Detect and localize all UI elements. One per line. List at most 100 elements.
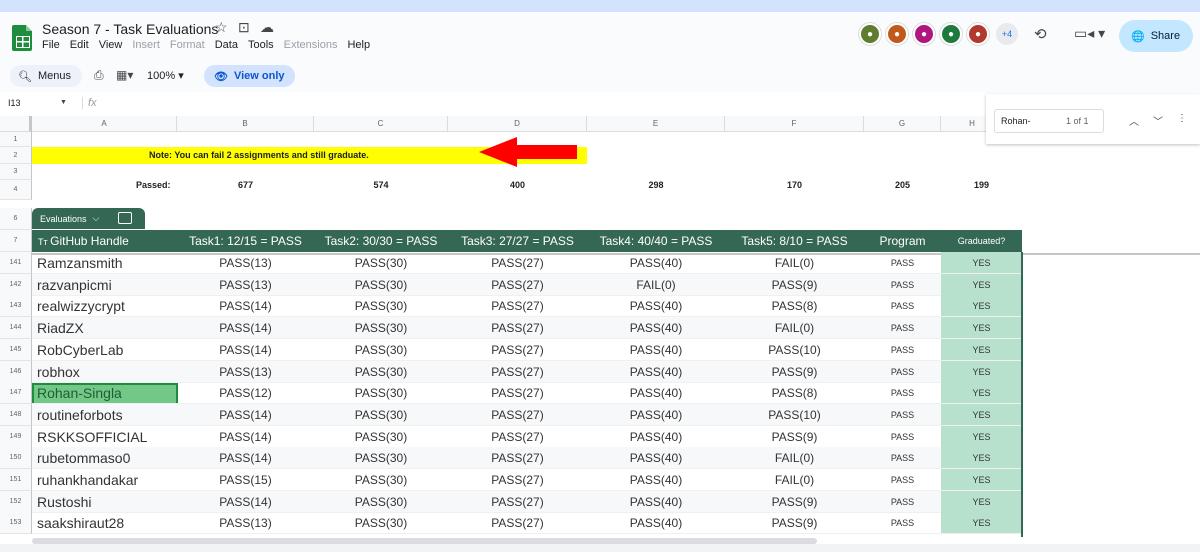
table-cell[interactable]: PASS(30) bbox=[314, 491, 448, 513]
row-header-146[interactable]: 146 bbox=[0, 360, 32, 383]
table-cell[interactable]: PASS(9) bbox=[725, 512, 864, 535]
print-icon[interactable]: ⎙ bbox=[94, 68, 104, 83]
table-cell[interactable]: PASS(30) bbox=[314, 339, 448, 361]
github-handle-cell[interactable]: saakshiraut28 bbox=[32, 512, 177, 535]
table-cell[interactable]: PASS(40) bbox=[587, 252, 725, 274]
table-cell[interactable]: PASS bbox=[864, 295, 941, 318]
table-cell[interactable]: PASS bbox=[864, 491, 941, 513]
table-cell[interactable]: PASS(30) bbox=[314, 317, 448, 340]
table-calendar-icon[interactable] bbox=[118, 212, 132, 224]
table-cell[interactable]: YES bbox=[941, 447, 1022, 470]
menu-item-file[interactable]: File bbox=[42, 39, 60, 51]
table-cell[interactable]: PASS(30) bbox=[314, 382, 448, 405]
row-header-143[interactable]: 143 bbox=[0, 295, 32, 318]
table-cell[interactable]: PASS(30) bbox=[314, 295, 448, 318]
row-header-152[interactable]: 152 bbox=[0, 490, 32, 513]
table-cell[interactable]: FAIL(0) bbox=[725, 252, 864, 274]
table-cell[interactable]: PASS bbox=[864, 426, 941, 448]
table-cell[interactable]: PASS(8) bbox=[725, 382, 864, 405]
table-cell[interactable]: PASS(9) bbox=[725, 361, 864, 383]
collaborator-avatar[interactable]: ● bbox=[967, 23, 989, 45]
table-cell[interactable]: PASS(40) bbox=[587, 317, 725, 340]
column-header-e[interactable]: E bbox=[587, 116, 725, 132]
table-cell[interactable]: YES bbox=[941, 295, 1022, 318]
table-cell[interactable]: PASS(40) bbox=[587, 295, 725, 318]
document-title[interactable]: Season 7 - Task Evaluations bbox=[42, 21, 218, 37]
row-header-142[interactable]: 142 bbox=[0, 273, 32, 296]
github-handle-cell[interactable]: Ramzansmith bbox=[32, 252, 177, 274]
table-cell[interactable]: YES bbox=[941, 252, 1022, 274]
table-cell[interactable]: YES bbox=[941, 317, 1022, 340]
column-header-f[interactable]: F bbox=[725, 116, 864, 132]
github-handle-cell[interactable]: routineforbots bbox=[32, 404, 177, 426]
name-box-dropdown-icon[interactable]: ▼ bbox=[60, 99, 67, 106]
table-cell[interactable]: YES bbox=[941, 273, 1022, 296]
column-header-c[interactable]: C bbox=[314, 116, 448, 132]
table-cell[interactable]: PASS(30) bbox=[314, 274, 448, 296]
menu-item-format[interactable]: Format bbox=[170, 39, 205, 51]
spreadsheet-grid[interactable]: ABCDEFGH 123467 Note: You can fail 2 ass… bbox=[0, 116, 1200, 552]
chevron-down-icon[interactable]: ⌵ bbox=[93, 213, 100, 224]
table-cell[interactable]: YES bbox=[941, 360, 1022, 383]
find-more-icon[interactable]: ⋮ bbox=[1177, 113, 1187, 124]
table-cell[interactable]: PASS(30) bbox=[314, 361, 448, 383]
row-header-2[interactable]: 2 bbox=[0, 147, 32, 164]
sheets-logo-icon[interactable] bbox=[12, 25, 32, 51]
table-cell[interactable]: PASS(40) bbox=[587, 469, 725, 491]
table-cell[interactable]: PASS(9) bbox=[725, 491, 864, 513]
github-handle-cell[interactable]: realwizzycrypt bbox=[32, 295, 177, 318]
table-cell[interactable]: PASS(8) bbox=[725, 295, 864, 318]
table-cell[interactable]: PASS bbox=[864, 469, 941, 491]
table-cell[interactable]: PASS(13) bbox=[177, 252, 314, 274]
table-cell[interactable]: PASS(27) bbox=[448, 339, 587, 361]
table-cell[interactable]: PASS(27) bbox=[448, 404, 587, 426]
table-cell[interactable]: PASS(14) bbox=[177, 426, 314, 448]
github-handle-cell[interactable]: Rohan-Singla bbox=[32, 382, 177, 405]
search-menus-button[interactable]: 🔍︎ Menus bbox=[10, 65, 82, 87]
menu-item-view[interactable]: View bbox=[99, 39, 123, 51]
table-cell[interactable]: YES bbox=[941, 425, 1022, 448]
row-header-145[interactable]: 145 bbox=[0, 338, 32, 361]
table-cell[interactable]: FAIL(0) bbox=[725, 447, 864, 470]
table-cell[interactable]: PASS bbox=[864, 512, 941, 535]
github-handle-cell[interactable]: RobCyberLab bbox=[32, 339, 177, 361]
row-header-147[interactable]: 147 bbox=[0, 382, 32, 405]
share-button[interactable]: 🌐 Share bbox=[1119, 20, 1193, 52]
move-folder-icon[interactable]: ⊡ bbox=[238, 19, 250, 36]
menu-item-help[interactable]: Help bbox=[347, 39, 370, 51]
menu-item-extensions[interactable]: Extensions bbox=[284, 39, 338, 51]
row-header-150[interactable]: 150 bbox=[0, 447, 32, 470]
table-cell[interactable]: PASS(10) bbox=[725, 339, 864, 361]
table-cell[interactable]: PASS(27) bbox=[448, 361, 587, 383]
table-cell[interactable]: PASS(40) bbox=[587, 339, 725, 361]
column-header-a[interactable]: A bbox=[32, 116, 177, 132]
table-cell[interactable]: PASS(27) bbox=[448, 252, 587, 274]
github-handle-cell[interactable]: RiadZX bbox=[32, 317, 177, 340]
table-cell[interactable]: YES bbox=[941, 469, 1022, 491]
version-history-icon[interactable]: ⟲ bbox=[1034, 25, 1047, 43]
table-cell[interactable]: YES bbox=[941, 403, 1022, 426]
row-header-153[interactable]: 153 bbox=[0, 512, 32, 535]
table-cell[interactable]: PASS(40) bbox=[587, 491, 725, 513]
table-cell[interactable]: PASS bbox=[864, 382, 941, 405]
table-cell[interactable]: PASS(30) bbox=[314, 447, 448, 470]
table-cell[interactable]: PASS(14) bbox=[177, 404, 314, 426]
table-cell[interactable]: PASS(14) bbox=[177, 491, 314, 513]
github-handle-cell[interactable]: razvanpicmi bbox=[32, 274, 177, 296]
table-cell[interactable]: YES bbox=[941, 512, 1022, 535]
table-cell[interactable]: PASS(30) bbox=[314, 252, 448, 274]
collaborator-avatar[interactable]: ● bbox=[940, 23, 962, 45]
column-header-d[interactable]: D bbox=[448, 116, 587, 132]
table-cell[interactable]: PASS(9) bbox=[725, 426, 864, 448]
table-cell[interactable]: PASS(27) bbox=[448, 317, 587, 340]
github-handle-cell[interactable]: Rustoshi bbox=[32, 491, 177, 513]
menu-item-data[interactable]: Data bbox=[215, 39, 238, 51]
table-cell[interactable]: PASS bbox=[864, 447, 941, 470]
table-cell[interactable]: PASS(14) bbox=[177, 447, 314, 470]
table-cell[interactable]: PASS(30) bbox=[314, 426, 448, 448]
table-cell[interactable]: PASS(30) bbox=[314, 404, 448, 426]
table-cell[interactable]: PASS(13) bbox=[177, 512, 314, 535]
row-header-4[interactable]: 4 bbox=[0, 180, 32, 200]
table-cell[interactable]: PASS(30) bbox=[314, 469, 448, 491]
name-box[interactable]: I13 bbox=[8, 98, 21, 108]
